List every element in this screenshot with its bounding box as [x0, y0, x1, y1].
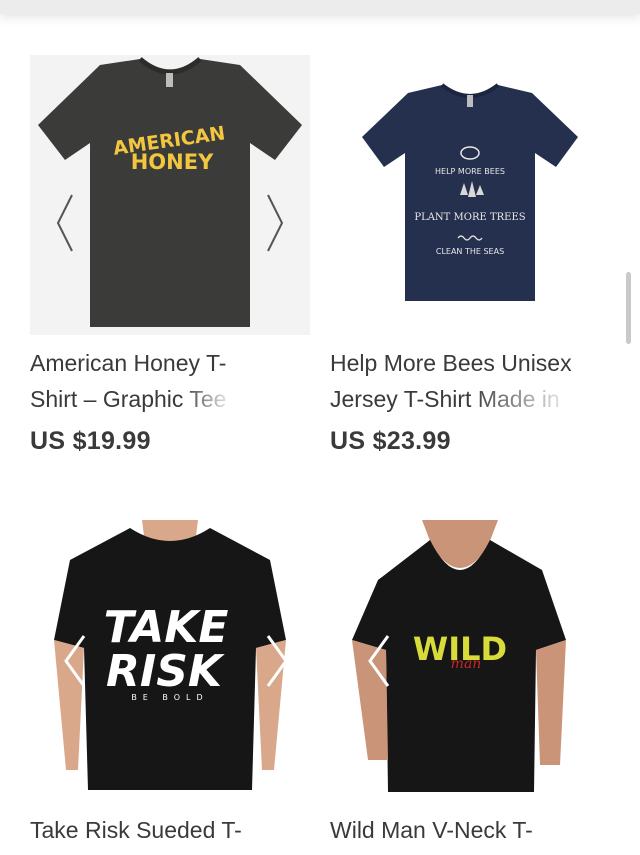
chevron-right-icon: [584, 635, 606, 687]
title-faded-text: Tee: [183, 386, 227, 412]
tshirt-image: AMERICAN HONEY: [38, 57, 302, 327]
art-text-be-bold: BE BOLD: [131, 693, 208, 702]
product-title[interactable]: Take Risk Sueded T-: [30, 812, 310, 848]
art-text-clean-seas: CLEAN THE SEAS: [436, 247, 504, 256]
product-title[interactable]: Help More Bees Unisex Jersey T-Shirt Mad…: [330, 345, 620, 417]
product-card[interactable]: TAKE RISK BE BOLD Take Risk Sueded T-: [30, 520, 310, 848]
scrollbar-thumb[interactable]: [626, 272, 631, 344]
product-image[interactable]: HELP MORE BEES PLANT MORE TREES CLEAN TH…: [330, 55, 610, 335]
carousel-next-button[interactable]: [252, 628, 298, 694]
art-text-plant-trees: PLANT MORE TREES: [414, 212, 525, 223]
title-visible-text: Jersey T-Shirt: [330, 386, 472, 412]
art-text-help-bees: HELP MORE BEES: [435, 167, 505, 176]
art-text-man: man: [451, 656, 482, 672]
header-shadow: [0, 0, 640, 14]
product-title[interactable]: Wild Man V-Neck T-: [330, 812, 620, 848]
product-price: US $23.99: [330, 427, 451, 455]
product-card[interactable]: WILD man Wild Man V-Neck T-: [330, 520, 620, 848]
title-faded-text: Made in: [471, 386, 560, 412]
product-image[interactable]: AMERICAN HONEY: [30, 55, 310, 335]
carousel-prev-button[interactable]: [358, 628, 404, 694]
chevron-left-icon: [368, 635, 390, 687]
product-title-line: American Honey T-: [30, 350, 227, 376]
carousel-prev-button[interactable]: [54, 628, 100, 694]
product-image[interactable]: WILD man: [330, 520, 610, 802]
product-title-line: Take Risk Sueded T-: [30, 817, 242, 843]
product-title-line: Jersey T-Shirt Made in: [330, 381, 620, 417]
product-title[interactable]: American Honey T- Shirt – Graphic Tee: [30, 345, 310, 417]
art-text-risk: RISK: [106, 646, 225, 697]
product-card[interactable]: HELP MORE BEES PLANT MORE TREES CLEAN TH…: [330, 55, 620, 456]
product-title-line: Wild Man V-Neck T-: [330, 817, 533, 843]
product-card[interactable]: AMERICAN HONEY American Honey T- Shirt –…: [30, 55, 310, 456]
product-title-line: Shirt – Graphic Tee: [30, 381, 310, 417]
title-visible-text: Shirt – Graphic: [30, 386, 184, 412]
product-price: US $19.99: [30, 427, 151, 455]
chevron-left-icon: [64, 635, 86, 687]
chevron-right-icon: [266, 635, 288, 687]
product-image[interactable]: TAKE RISK BE BOLD: [30, 520, 310, 802]
carousel-next-button[interactable]: [570, 628, 610, 694]
product-title-line: Help More Bees Unisex: [330, 350, 572, 376]
tshirt-image: HELP MORE BEES PLANT MORE TREES CLEAN TH…: [362, 83, 578, 301]
art-text-honey: HONEY: [131, 150, 214, 174]
